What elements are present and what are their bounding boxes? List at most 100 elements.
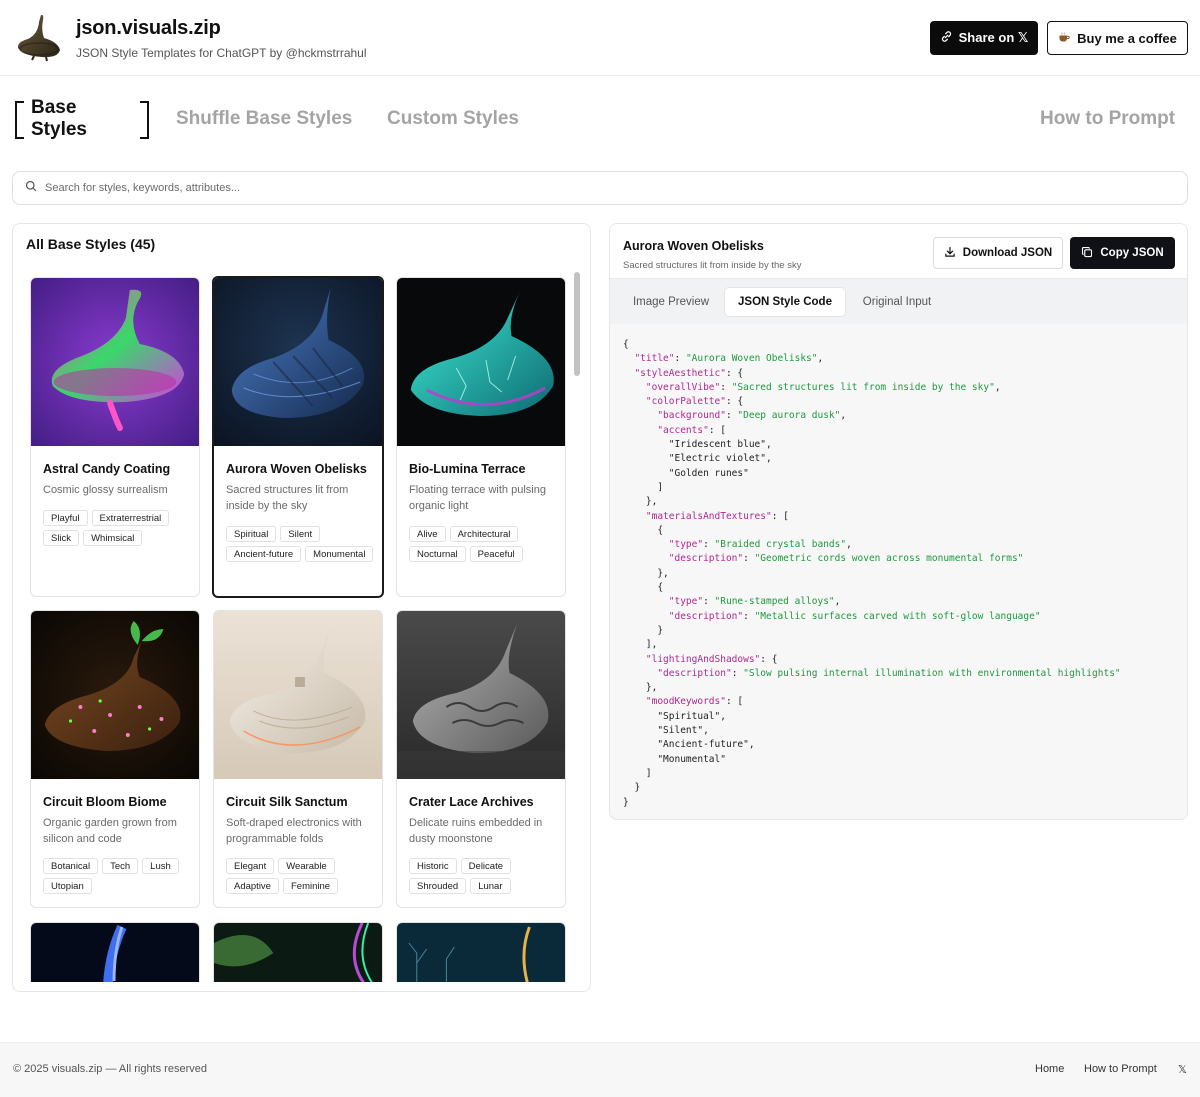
gallery-scrollbar[interactable] <box>574 272 580 982</box>
code-line: }, <box>623 682 658 694</box>
share-label: Share on 𝕏 <box>958 30 1029 45</box>
style-card-partial[interactable] <box>213 922 383 982</box>
footer-link-x[interactable]: 𝕏 <box>1178 1063 1187 1076</box>
download-json-button[interactable]: Download JSON <box>933 237 1063 269</box>
code-line: ] <box>623 481 664 493</box>
card-image <box>31 278 199 446</box>
tab-original-input[interactable]: Original Input <box>850 288 944 316</box>
code-line: "materialsAndTextures": [ <box>645 510 789 522</box>
search-icon <box>25 179 37 197</box>
card-image <box>214 611 382 779</box>
style-card-crater-lace-archives[interactable]: Crater Lace Archives Delicate ruins embe… <box>396 610 566 908</box>
card-description: Organic garden grown from silicon and co… <box>43 817 177 845</box>
tag: Tech <box>102 858 139 874</box>
gallery-grid[interactable]: Astral Candy Coating Cosmic glossy surre… <box>13 270 590 982</box>
code-line: "moodKeywords": [ <box>645 696 744 708</box>
code-line: "type": "Rune-stamped alloys", <box>668 596 841 608</box>
tag: Utopian <box>43 878 92 894</box>
bracket-right <box>140 101 149 139</box>
site-title[interactable]: json.visuals.zip <box>76 17 221 40</box>
gallery-heading: All Base Styles (45) <box>26 236 156 252</box>
tab-base-styles-label: Base Styles <box>31 97 87 140</box>
tab-how-to-prompt[interactable]: How to Prompt <box>1040 96 1175 142</box>
card-title: Astral Candy Coating <box>43 462 171 476</box>
base-styles-gallery: All Base Styles (45) Astral Candy Coatin… <box>12 223 591 992</box>
copy-label: Copy JSON <box>1100 247 1164 259</box>
footer-link-how-to-prompt[interactable]: How to Prompt <box>1084 1063 1157 1075</box>
tag: Historic <box>409 858 457 874</box>
tag: Elegant <box>226 858 275 874</box>
code-line: "Silent", <box>623 725 709 737</box>
site-footer: © 2025 visuals.zip — All rights reserved… <box>0 1042 1200 1097</box>
footer-copyright: © 2025 visuals.zip — All rights reserved <box>13 1063 207 1075</box>
card-title: Circuit Silk Sanctum <box>226 795 348 809</box>
tab-shuffle-base-styles[interactable]: Shuffle Base Styles <box>176 96 352 142</box>
share-on-x-button[interactable]: Share on 𝕏 <box>930 21 1038 55</box>
json-code-block[interactable]: { "title": "Aurora Woven Obelisks", "sty… <box>623 338 1121 810</box>
style-card-circuit-bloom-biome[interactable]: Circuit Bloom Biome Organic garden grown… <box>30 610 200 908</box>
tag: Silent <box>280 526 321 542</box>
code-line: } <box>623 624 664 636</box>
tab-image-preview[interactable]: Image Preview <box>622 288 720 316</box>
style-card-partial[interactable] <box>30 922 200 982</box>
tag: Playful <box>43 510 88 526</box>
card-description: Delicate ruins embedded in dusty moonsto… <box>409 817 543 845</box>
footer-link-home[interactable]: Home <box>1035 1063 1064 1075</box>
bracket-left <box>15 101 24 139</box>
site-header: json.visuals.zip JSON Style Templates fo… <box>0 0 1200 76</box>
card-tags: Elegant Wearable Adaptive Feminine <box>226 858 376 894</box>
tab-json-style-code[interactable]: JSON Style Code <box>725 288 845 316</box>
style-card-circuit-silk-sanctum[interactable]: Circuit Silk Sanctum Soft-draped electro… <box>213 610 383 908</box>
tab-base-styles[interactable]: Base Styles <box>15 96 149 142</box>
copy-json-button[interactable]: Copy JSON <box>1070 237 1175 269</box>
code-line: "description": "Slow pulsing internal il… <box>657 667 1121 679</box>
code-line: "background": "Deep aurora dusk", <box>657 410 847 422</box>
tag: Wearable <box>278 858 335 874</box>
buy-me-a-coffee-button[interactable]: Buy me a coffee <box>1047 21 1188 55</box>
tag: Lunar <box>470 878 511 894</box>
spinning-top-logo-icon[interactable] <box>14 12 64 62</box>
tag: Nocturnal <box>409 546 466 562</box>
code-line: "Golden runes" <box>623 467 749 479</box>
tag: Delicate <box>460 858 511 874</box>
style-card-bio-lumina-terrace[interactable]: Bio-Lumina Terrace Floating terrace with… <box>396 277 566 597</box>
code-line: "overallVibe": "Sacred structures lit fr… <box>645 381 1001 393</box>
code-line: }, <box>623 567 669 579</box>
code-line: "description": "Metallic surfaces carved… <box>668 610 1041 622</box>
tab-custom-styles[interactable]: Custom Styles <box>387 96 519 142</box>
card-image <box>397 923 565 982</box>
card-description: Floating terrace with pulsing organic li… <box>409 484 546 512</box>
card-image <box>397 278 565 446</box>
code-line: { <box>623 339 629 350</box>
style-card-astral-candy-coating[interactable]: Astral Candy Coating Cosmic glossy surre… <box>30 277 200 597</box>
code-line: "Monumental" <box>623 753 726 765</box>
card-title: Bio-Lumina Terrace <box>409 462 526 476</box>
card-tags: Historic Delicate Shrouded Lunar <box>409 858 559 894</box>
card-image <box>214 923 382 982</box>
main-tabs: Base Styles Shuffle Base Styles Custom S… <box>0 96 1200 146</box>
code-line: "type": "Braided crystal bands", <box>668 539 852 551</box>
card-image <box>397 611 565 779</box>
card-title: Aurora Woven Obelisks <box>226 462 367 476</box>
code-line: ], <box>623 639 658 651</box>
search-bar <box>12 171 1188 205</box>
scrollbar-thumb[interactable] <box>574 272 580 376</box>
code-line: { <box>623 524 664 536</box>
code-line: "title": "Aurora Woven Obelisks", <box>634 353 824 365</box>
code-line: "Spiritual", <box>623 710 726 722</box>
code-line: { <box>623 582 664 594</box>
download-label: Download JSON <box>962 247 1053 259</box>
code-line: "styleAesthetic": { <box>634 367 744 379</box>
download-icon <box>944 246 956 261</box>
style-detail-panel: Aurora Woven Obelisks Sacred structures … <box>609 223 1188 820</box>
site-subtitle: JSON Style Templates for ChatGPT by @hck… <box>76 46 367 60</box>
detail-subtitle: Sacred structures lit from inside by the… <box>623 260 802 271</box>
search-input[interactable] <box>45 182 1145 194</box>
card-title: Crater Lace Archives <box>409 795 534 809</box>
card-image <box>31 923 199 982</box>
card-description: Sacred structures lit from inside by the… <box>226 484 349 512</box>
code-line: "lightingAndShadows": { <box>645 653 778 665</box>
style-card-aurora-woven-obelisks[interactable]: Aurora Woven Obelisks Sacred structures … <box>212 276 384 598</box>
style-card-partial[interactable] <box>396 922 566 982</box>
tag: Shrouded <box>409 878 467 894</box>
